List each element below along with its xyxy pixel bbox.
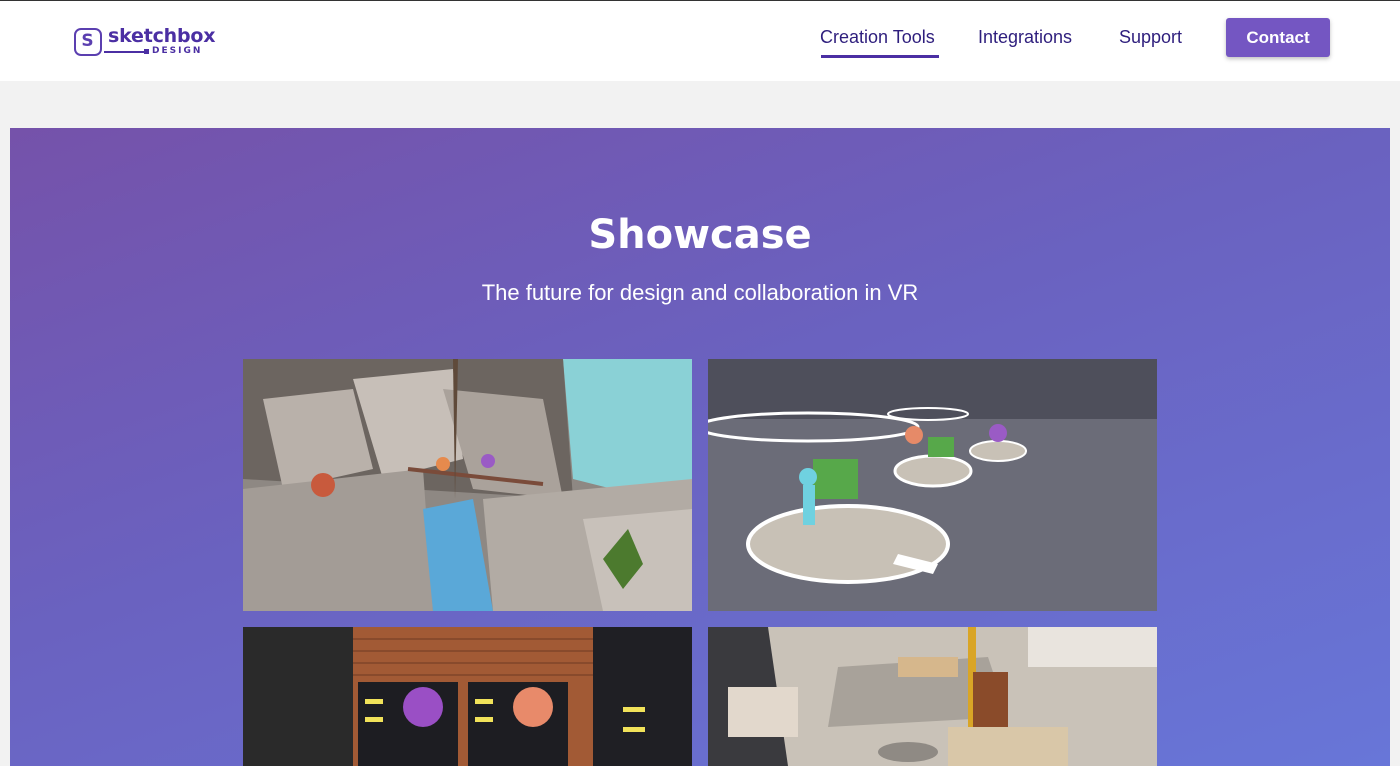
showcase-image-store[interactable] (243, 627, 692, 766)
showcase-section: Showcase The future for design and colla… (10, 128, 1390, 766)
logo-mark-icon: S (74, 28, 102, 56)
logo-line (104, 51, 146, 53)
sketchbox-logo[interactable]: S sketchbox DESIGN (74, 25, 216, 59)
showcase-image-landscape[interactable] (243, 359, 692, 611)
showcase-title: Showcase (588, 212, 812, 258)
showcase-image-construction[interactable] (708, 627, 1157, 766)
nav-support[interactable]: Support (1119, 27, 1182, 48)
site-header: S sketchbox DESIGN Creation Tools Integr… (0, 0, 1400, 81)
showcase-subtitle: The future for design and collaboration … (481, 280, 919, 305)
logo-subtitle: DESIGN (152, 46, 203, 56)
logo-wordmark: sketchbox (108, 25, 216, 47)
contact-button[interactable]: Contact (1226, 18, 1330, 57)
nav-active-underline (821, 55, 939, 58)
showcase-image-collaboration[interactable] (708, 359, 1157, 611)
nav-creation-tools[interactable]: Creation Tools (820, 27, 935, 48)
nav-integrations[interactable]: Integrations (978, 27, 1072, 48)
logo-dot (144, 49, 149, 54)
